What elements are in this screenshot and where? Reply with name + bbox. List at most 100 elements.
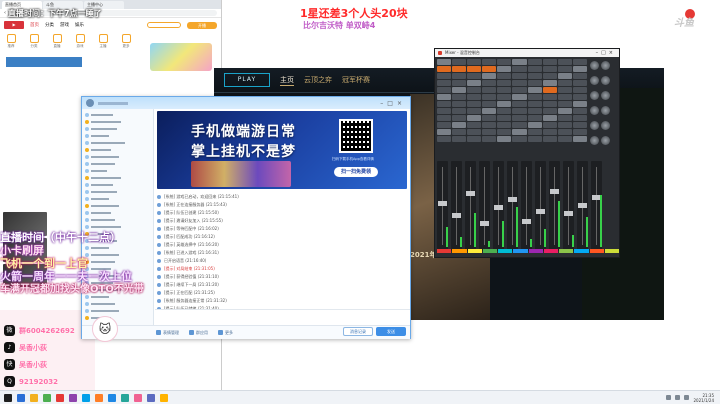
mixer-button[interactable] [482, 94, 497, 100]
mixer-knob[interactable] [590, 91, 599, 100]
member-item[interactable] [85, 195, 150, 202]
game-nav-tft[interactable]: 云顶之弈 [304, 75, 332, 85]
mixer-knob[interactable] [590, 121, 599, 130]
mixer-button[interactable] [512, 122, 527, 128]
mixer-button[interactable] [482, 101, 497, 107]
member-item[interactable] [85, 223, 150, 230]
message-input[interactable] [155, 309, 410, 323]
nav-link[interactable]: 游戏 [60, 22, 69, 28]
taskbar-app-icon[interactable] [134, 393, 142, 402]
member-item[interactable] [85, 118, 150, 125]
mixer-button[interactable] [512, 59, 527, 65]
mixer-button[interactable] [437, 136, 452, 142]
member-item[interactable] [85, 111, 150, 118]
mixer-button[interactable] [437, 59, 452, 65]
mixer-button[interactable] [572, 59, 587, 65]
mixer-button[interactable] [542, 122, 557, 128]
mixer-button[interactable] [497, 59, 512, 65]
mixer-button[interactable] [557, 94, 572, 100]
open-stream-button[interactable]: 开播 [187, 21, 217, 29]
mixer-button[interactable] [542, 94, 557, 100]
fader-handle[interactable] [522, 219, 531, 224]
mixer-button[interactable] [482, 129, 497, 135]
taskbar-app-icon[interactable] [43, 393, 51, 402]
mixer-button[interactable] [482, 59, 497, 65]
mixer-button[interactable] [572, 129, 587, 135]
mixer-button[interactable] [482, 66, 497, 72]
mixer-button[interactable] [452, 66, 467, 72]
volume-icon[interactable] [675, 395, 681, 400]
mixer-button[interactable] [512, 108, 527, 114]
mixer-button[interactable] [572, 87, 587, 93]
mixer-button[interactable] [557, 73, 572, 79]
mixer-button[interactable] [467, 129, 482, 135]
member-item[interactable] [85, 139, 150, 146]
mixer-button[interactable] [452, 108, 467, 114]
taskbar-app-icon[interactable] [56, 393, 64, 402]
mixer-button[interactable] [572, 108, 587, 114]
fader-handle[interactable] [564, 211, 573, 216]
fader-handle[interactable] [536, 209, 545, 214]
mixer-button[interactable] [527, 136, 542, 142]
mixer-button[interactable] [437, 108, 452, 114]
mixer-knob[interactable] [601, 121, 610, 130]
mixer-button[interactable] [482, 136, 497, 142]
mixer-button[interactable] [497, 101, 512, 107]
mixer-button[interactable] [572, 122, 587, 128]
category-item[interactable]: 分类 [27, 34, 41, 49]
game-nav-clash[interactable]: 冠军杯赛 [342, 75, 370, 85]
channel-fader[interactable] [507, 161, 518, 251]
channel-fader[interactable] [591, 161, 602, 251]
emoji-manage-button[interactable]: 表情管理 [156, 330, 179, 336]
input-method-icon[interactable] [684, 395, 690, 400]
mixer-button[interactable] [527, 66, 542, 72]
channel-fader[interactable] [437, 161, 448, 251]
mixer-button[interactable] [572, 101, 587, 107]
mixer-button[interactable] [452, 73, 467, 79]
history-button[interactable]: 消息记录 [343, 327, 373, 336]
mixer-button[interactable] [542, 80, 557, 86]
games-banner[interactable] [150, 43, 212, 71]
mixer-button[interactable] [467, 73, 482, 79]
nav-link[interactable]: 娱乐 [75, 22, 84, 28]
mixer-button[interactable] [527, 94, 542, 100]
member-item[interactable] [85, 307, 150, 314]
channel-fader[interactable] [563, 161, 574, 251]
mixer-button[interactable] [497, 73, 512, 79]
mixer-button[interactable] [572, 80, 587, 86]
mixer-button[interactable] [572, 94, 587, 100]
fader-handle[interactable] [494, 205, 503, 210]
window-controls[interactable]: –□× [596, 50, 616, 56]
mixer-button[interactable] [467, 122, 482, 128]
member-item[interactable] [85, 202, 150, 209]
channel-fader[interactable] [535, 161, 546, 251]
mixer-button[interactable] [497, 80, 512, 86]
mixer-button[interactable] [497, 108, 512, 114]
mixer-button[interactable] [542, 129, 557, 135]
mixer-button[interactable] [527, 108, 542, 114]
mixer-button[interactable] [527, 115, 542, 121]
fader-handle[interactable] [578, 203, 587, 208]
send-button[interactable]: 发送 [376, 327, 406, 336]
channel-fader[interactable] [479, 161, 490, 251]
mixer-knob[interactable] [601, 91, 610, 100]
mixer-button[interactable] [467, 136, 482, 142]
mixer-button[interactable] [527, 80, 542, 86]
mixer-button[interactable] [437, 115, 452, 121]
channel-fader[interactable] [465, 161, 476, 251]
group-avatar[interactable] [86, 99, 94, 107]
mixer-button[interactable] [527, 87, 542, 93]
taskbar-app-icon[interactable] [69, 393, 77, 402]
mixer-button[interactable] [512, 94, 527, 100]
member-item[interactable] [85, 160, 150, 167]
mixer-button[interactable] [557, 59, 572, 65]
member-item[interactable] [85, 300, 150, 307]
mixer-button[interactable] [512, 73, 527, 79]
mixer-button[interactable] [437, 122, 452, 128]
mixer-button[interactable] [512, 87, 527, 93]
mixer-knob[interactable] [590, 76, 599, 85]
mixer-button[interactable] [542, 115, 557, 121]
mixer-button[interactable] [572, 115, 587, 121]
mixer-button[interactable] [437, 94, 452, 100]
mixer-button[interactable] [467, 115, 482, 121]
